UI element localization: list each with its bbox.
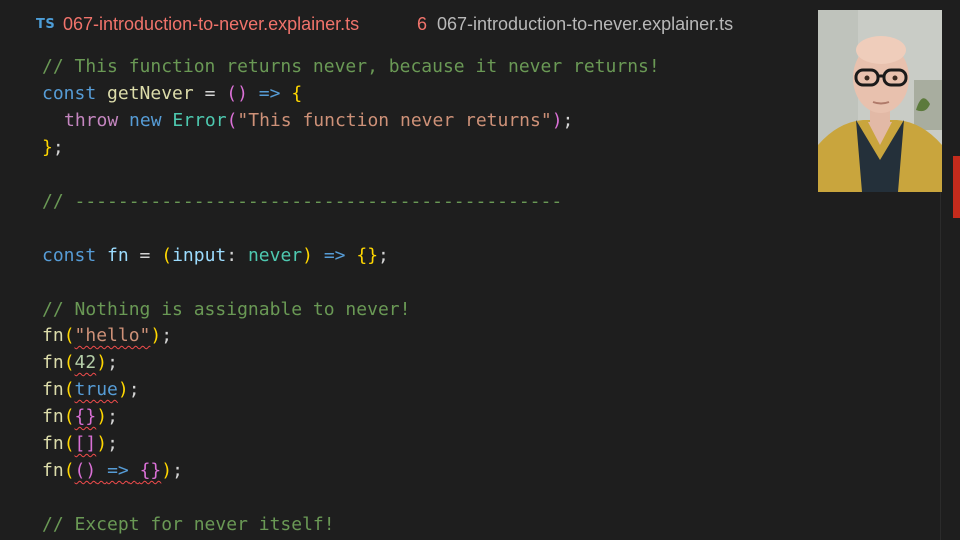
- comment: // -------------------------------------…: [42, 191, 563, 212]
- keyword-const: const: [42, 245, 97, 266]
- parens: (): [74, 460, 97, 481]
- code-line-12: fn(42);: [42, 349, 118, 376]
- breadcrumb[interactable]: 067-introduction-to-never.explainer.ts: [437, 14, 733, 35]
- error-argument[interactable]: []: [75, 433, 97, 454]
- semicolon: ;: [562, 110, 574, 131]
- paren: (: [63, 352, 75, 373]
- semicolon: ;: [107, 433, 118, 454]
- error-scroll-marker: [953, 156, 960, 218]
- paren: (: [63, 433, 75, 454]
- paren: ): [302, 245, 313, 266]
- error-argument[interactable]: {}: [75, 406, 97, 427]
- semicolon: ;: [172, 460, 183, 481]
- error-argument[interactable]: () => {}: [75, 460, 162, 481]
- call-name: fn: [42, 406, 64, 427]
- tab-filename[interactable]: 067-introduction-to-never.explainer.ts: [63, 14, 359, 35]
- paren: ): [96, 352, 108, 373]
- error-argument[interactable]: "hello": [75, 325, 151, 346]
- comment: // Nothing is assignable to never!: [42, 299, 411, 320]
- call-name: fn: [42, 433, 64, 454]
- call-name: fn: [42, 352, 64, 373]
- paren: (: [63, 406, 75, 427]
- paren: (: [63, 460, 75, 481]
- semicolon: ;: [161, 325, 173, 346]
- paren: ): [117, 379, 129, 400]
- parameter: input: [172, 245, 227, 266]
- call-name: fn: [42, 379, 64, 400]
- code-editor[interactable]: // This function returns never, because …: [0, 52, 940, 540]
- keyword-new: new: [129, 110, 162, 131]
- comment: // This function returns never, because …: [42, 56, 660, 77]
- arrow: =>: [258, 83, 281, 104]
- vertical-scrollbar[interactable]: [940, 52, 960, 540]
- colon: :: [226, 245, 248, 266]
- variable-name: fn: [107, 245, 129, 266]
- presenter-image: [818, 10, 942, 192]
- code-line-3: throw new Error("This function never ret…: [42, 107, 573, 134]
- keyword-const: const: [42, 83, 97, 104]
- paren: (: [161, 245, 173, 266]
- type-never: never: [247, 245, 303, 266]
- operator: =: [128, 245, 162, 266]
- code-line-16: fn(() => {});: [42, 457, 183, 484]
- comment: // Except for never itself!: [42, 514, 335, 535]
- paren: ): [161, 460, 173, 481]
- problem-count-badge: 6: [417, 14, 428, 34]
- paren: (: [63, 379, 75, 400]
- brace: }: [42, 137, 53, 158]
- operator: =: [193, 83, 227, 104]
- paren: (: [63, 325, 75, 346]
- code-line-14: fn({});: [42, 403, 118, 430]
- typescript-file-icon: TS: [36, 17, 56, 32]
- code-line-18: // Except for never itself!: [42, 511, 335, 538]
- code-line-11: fn("hello");: [42, 322, 172, 349]
- paren: ): [150, 325, 162, 346]
- code-line-13: fn(true);: [42, 376, 140, 403]
- call-name: fn: [42, 460, 64, 481]
- brace: {: [291, 83, 303, 104]
- paren: (: [226, 110, 238, 131]
- webcam-presenter-video: [818, 10, 942, 192]
- code-line-15: fn([]);: [42, 430, 118, 457]
- semicolon: ;: [107, 352, 118, 373]
- code-line-4: };: [42, 134, 64, 161]
- arrow: =>: [107, 460, 129, 481]
- error-argument[interactable]: true: [75, 379, 118, 400]
- semicolon: ;: [107, 406, 118, 427]
- string-literal: "This function never returns": [237, 110, 552, 131]
- call-name: fn: [42, 325, 64, 346]
- class-name: Error: [172, 110, 227, 131]
- error-argument[interactable]: 42: [75, 352, 97, 373]
- semicolon: ;: [378, 245, 389, 266]
- keyword-throw: throw: [64, 110, 119, 131]
- function-name: getNever: [107, 83, 194, 104]
- paren: ): [551, 110, 563, 131]
- code-line-6: // -------------------------------------…: [42, 188, 562, 215]
- semicolon: ;: [52, 137, 64, 158]
- paren: ): [96, 406, 108, 427]
- editor-tab-bar: TS 067-introduction-to-never.explainer.t…: [0, 0, 960, 52]
- code-line-2: const getNever = () => {: [42, 80, 302, 107]
- code-line-10: // Nothing is assignable to never!: [42, 296, 410, 323]
- body: {}: [139, 460, 162, 481]
- arrow: =>: [323, 245, 346, 266]
- body: {}: [356, 245, 379, 266]
- code-line-8: const fn = (input: never) => {};: [42, 242, 389, 269]
- code-line-1: // This function returns never, because …: [42, 53, 660, 80]
- semicolon: ;: [128, 379, 140, 400]
- parens: (): [226, 83, 248, 104]
- paren: ): [96, 433, 108, 454]
